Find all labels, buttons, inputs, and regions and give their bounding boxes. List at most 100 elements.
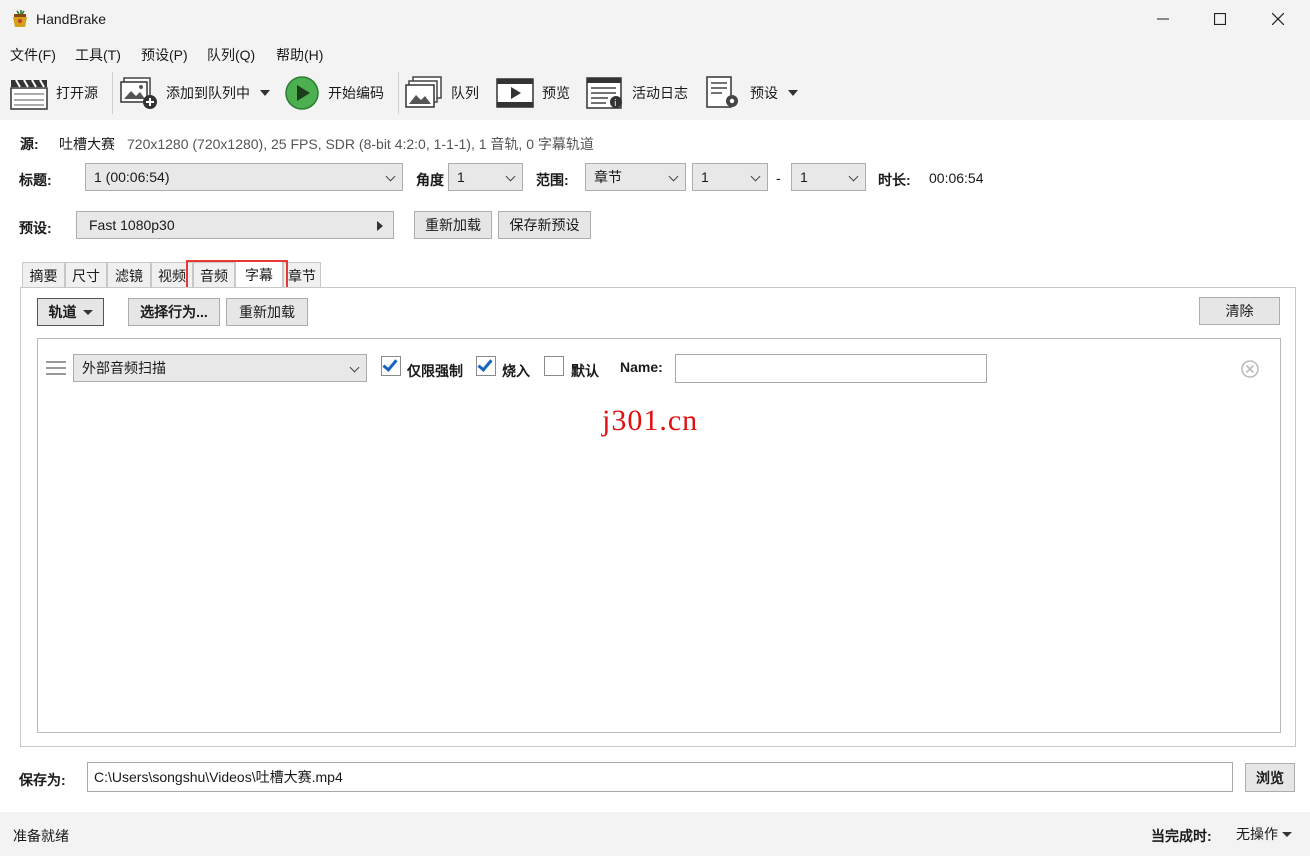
maximize-button[interactable]	[1191, 0, 1249, 38]
subtitle-source-value: 外部音频扫描	[82, 360, 166, 376]
presets-dropdown-icon[interactable]	[788, 90, 798, 96]
menu-bar: 文件(F) 工具(T) 预设(P) 队列(Q) 帮助(H)	[0, 40, 1310, 68]
when-done-value: 无操作	[1236, 826, 1278, 842]
range-type-select[interactable]: 章节	[585, 163, 686, 191]
maximize-icon	[1214, 13, 1226, 25]
tracks-dropdown-button[interactable]: 轨道	[37, 298, 104, 326]
range-start-select[interactable]: 1	[692, 163, 768, 191]
default-label: 默认	[571, 363, 599, 379]
chevron-down-icon	[385, 171, 396, 182]
activity-log-label: 活动日志	[632, 85, 688, 101]
preview-button[interactable]: 预览	[496, 74, 570, 112]
queue-icon	[405, 76, 442, 108]
open-source-button[interactable]: 打开源	[10, 74, 98, 112]
forced-only-checkbox[interactable]	[381, 356, 401, 376]
chevron-down-icon	[848, 171, 859, 182]
title-select-value: 1 (00:06:54)	[94, 169, 170, 185]
open-source-label: 打开源	[56, 85, 98, 101]
preset-value: Fast 1080p30	[89, 217, 175, 233]
browse-button[interactable]: 浏览	[1245, 763, 1295, 792]
select-behavior-button[interactable]: 选择行为...	[128, 298, 220, 326]
title-bar: HandBrake	[0, 0, 1310, 38]
save-as-label: 保存为:	[19, 772, 66, 788]
preview-label: 预览	[542, 85, 570, 101]
range-label: 范围:	[536, 172, 569, 188]
source-info: 720x1280 (720x1280), 25 FPS, SDR (8-bit …	[127, 136, 594, 152]
duration-value: 00:06:54	[929, 170, 984, 186]
clapperboard-icon	[10, 79, 48, 110]
tab-dimensions[interactable]: 尺寸	[65, 262, 107, 288]
checkmark-icon	[477, 356, 493, 372]
watermark-text: j301.cn	[602, 404, 699, 437]
menu-file[interactable]: 文件(F)	[10, 45, 56, 65]
angle-select[interactable]: 1	[448, 163, 523, 191]
close-window-button[interactable]	[1249, 0, 1307, 38]
save-new-preset-button[interactable]: 保存新预设	[498, 211, 591, 239]
range-dash: -	[776, 170, 781, 186]
preset-selector[interactable]: Fast 1080p30	[76, 211, 394, 239]
angle-label: 角度	[416, 172, 444, 188]
track-name-input[interactable]	[675, 354, 987, 383]
range-start-value: 1	[701, 169, 709, 185]
main-panel: 源: 吐槽大赛 720x1280 (720x1280), 25 FPS, SDR…	[0, 120, 1310, 812]
reload-preset-button[interactable]: 重新加载	[414, 211, 492, 239]
default-checkbox[interactable]	[544, 356, 564, 376]
queue-button[interactable]: 队列	[405, 74, 479, 112]
title-select[interactable]: 1 (00:06:54)	[85, 163, 403, 191]
when-done-dropdown[interactable]: 无操作	[1236, 824, 1292, 844]
chevron-right-icon	[377, 221, 383, 231]
toolbar-separator	[398, 72, 399, 114]
subtitle-track-list: 外部音频扫描 仅限强制 烧入 默认 Name:	[37, 338, 1281, 733]
forced-only-label: 仅限强制	[407, 363, 463, 379]
source-label: 源:	[20, 136, 39, 152]
presets-button[interactable]: 预设	[704, 74, 798, 112]
handbrake-logo-icon	[13, 10, 27, 27]
tracks-button-label: 轨道	[48, 304, 77, 320]
toolbar-separator	[112, 72, 113, 114]
play-icon	[285, 76, 319, 110]
toolbar: 打开源 添加到队列中 开始编码 队列 预览 i 活动日志 预设	[0, 68, 1310, 118]
menu-presets[interactable]: 预设(P)	[141, 45, 188, 65]
subtitle-source-select[interactable]: 外部音频扫描	[73, 354, 367, 382]
drag-handle-icon[interactable]	[46, 361, 66, 375]
subtitles-panel: 轨道 选择行为... 重新加载 清除 外部音频扫描 仅限强制 烧入 默认 Nam…	[20, 287, 1296, 747]
presets-label: 预设	[750, 85, 778, 101]
reload-subtitles-button[interactable]: 重新加载	[226, 298, 308, 326]
preset-label: 预设:	[19, 220, 52, 236]
chevron-down-icon	[505, 171, 516, 182]
remove-track-icon[interactable]	[1240, 359, 1260, 379]
tab-filters[interactable]: 滤镜	[107, 262, 151, 288]
clear-subtitles-button[interactable]: 清除	[1199, 297, 1280, 325]
menu-tools[interactable]: 工具(T)	[75, 45, 121, 65]
range-end-select[interactable]: 1	[791, 163, 866, 191]
menu-help[interactable]: 帮助(H)	[276, 45, 323, 65]
chevron-down-icon	[349, 362, 360, 373]
add-to-queue-dropdown-icon[interactable]	[260, 90, 270, 96]
status-text: 准备就绪	[13, 828, 69, 844]
close-icon	[1272, 13, 1284, 25]
window-title: HandBrake	[36, 11, 107, 27]
minimize-icon	[1157, 18, 1169, 20]
add-to-queue-icon	[120, 77, 157, 109]
source-name: 吐槽大赛	[59, 136, 115, 152]
save-path-input[interactable]: C:\Users\songshu\Videos\吐槽大赛.mp4	[87, 762, 1233, 792]
tab-chapters[interactable]: 章节	[283, 262, 321, 288]
add-to-queue-button[interactable]: 添加到队列中	[120, 74, 270, 112]
chevron-down-icon	[668, 171, 679, 182]
range-type-value: 章节	[594, 169, 622, 185]
chevron-down-icon	[82, 309, 93, 315]
burn-in-checkbox[interactable]	[476, 356, 496, 376]
menu-queue[interactable]: 队列(Q)	[207, 45, 255, 65]
start-encode-button[interactable]: 开始编码	[284, 74, 384, 112]
svg-text:i: i	[614, 99, 617, 109]
minimize-button[interactable]	[1134, 0, 1192, 38]
burn-in-label: 烧入	[502, 363, 530, 379]
checkmark-icon	[382, 356, 398, 372]
presets-settings-icon	[706, 76, 738, 108]
add-to-queue-label: 添加到队列中	[166, 85, 250, 101]
chevron-down-icon	[750, 171, 761, 182]
status-bar: 准备就绪 当完成时: 无操作	[0, 812, 1310, 856]
queue-label: 队列	[451, 85, 479, 101]
activity-log-button[interactable]: i 活动日志	[586, 74, 688, 112]
tab-summary[interactable]: 摘要	[22, 262, 65, 288]
